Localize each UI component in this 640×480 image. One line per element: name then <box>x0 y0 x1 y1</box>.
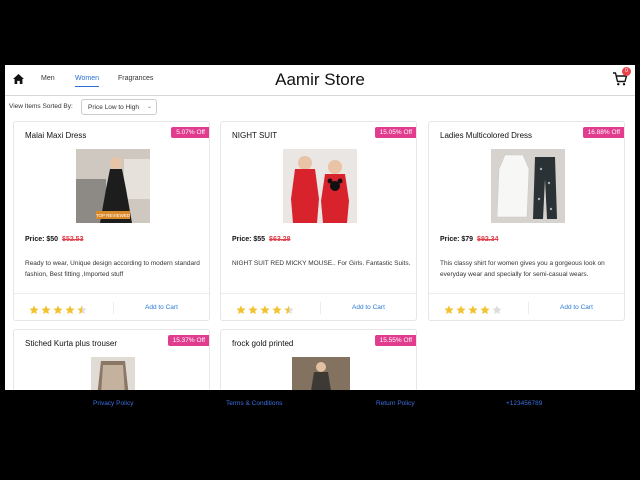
price-old: $52.53 <box>62 236 84 243</box>
star-icon <box>468 305 478 315</box>
add-to-cart-button[interactable]: Add to Cart <box>352 304 385 311</box>
price-current: Price: $50 <box>25 236 59 243</box>
product-title: Stiched Kurta plus trouser <box>25 339 118 348</box>
sort-selected-value: Price Low to High <box>88 104 139 111</box>
price: Price: $55 $63.28 <box>232 236 290 243</box>
card-footer: Add to Cart <box>221 293 416 320</box>
product-description: Ready to wear, Unique design according t… <box>25 260 200 278</box>
star-icon <box>248 305 258 315</box>
product-card: Stiched Kurta plus trouser 15.37% Off <box>13 329 210 390</box>
product-description: This classy shirt for women gives you a … <box>440 260 605 278</box>
star-icon <box>284 305 294 315</box>
product-image[interactable] <box>91 357 135 390</box>
home-icon[interactable] <box>13 74 24 84</box>
product-card: NIGHT SUIT 15.05% Off Price: $55 $63.28 … <box>220 121 417 321</box>
price: Price: $79 $92.34 <box>440 236 498 243</box>
card-footer: Add to Cart <box>14 293 209 320</box>
discount-badge: 15.37% Off <box>167 335 209 346</box>
divider <box>113 302 114 314</box>
product-card: Ladies Multicolored Dress 16.88% Off Pri… <box>428 121 625 321</box>
price-old: $92.34 <box>477 236 499 243</box>
star-icon <box>492 305 502 315</box>
price: Price: $50 $52.53 <box>25 236 83 243</box>
rating-stars <box>29 302 89 320</box>
product-image[interactable] <box>491 149 565 223</box>
card-footer: Add to Cart <box>429 293 624 320</box>
star-icon <box>41 305 51 315</box>
star-icon <box>65 305 75 315</box>
product-image[interactable] <box>292 357 350 390</box>
star-icon <box>53 305 63 315</box>
rating-stars <box>444 302 504 320</box>
discount-badge: 15.05% Off <box>374 127 416 138</box>
footer-link-privacy-policy[interactable]: Privacy Policy <box>93 400 133 407</box>
product-title: Ladies Multicolored Dress <box>440 131 533 140</box>
discount-badge: 15.55% Off <box>374 335 416 346</box>
product-card: Malai Maxi Dress 5.07% Off TOP REVIEWED … <box>13 121 210 321</box>
top-reviewed-label: TOP REVIEWED <box>96 213 131 218</box>
price-current: Price: $55 <box>232 236 266 243</box>
chevron-down-icon: ⌄ <box>146 104 152 110</box>
product-title: NIGHT SUIT <box>232 131 278 140</box>
product-title: frock gold printed <box>232 339 294 348</box>
footer-link-phone[interactable]: +123456789 <box>506 400 542 407</box>
price-old: $63.28 <box>269 236 291 243</box>
nav-link-women[interactable]: Women <box>75 75 99 87</box>
star-icon <box>444 305 454 315</box>
store-brand-title: Aamir Store <box>275 70 365 89</box>
discount-badge: 5.07% Off <box>171 127 209 138</box>
star-icon <box>236 305 246 315</box>
discount-badge: 16.88% Off <box>582 127 624 138</box>
footer-link-return-policy[interactable]: Return Policy <box>376 400 415 407</box>
price-current: Price: $79 <box>440 236 474 243</box>
product-image[interactable] <box>283 149 357 223</box>
star-icon <box>480 305 490 315</box>
sort-select[interactable]: Price Low to High ⌄ <box>81 99 157 115</box>
divider <box>528 302 529 314</box>
navbar: Men Women Fragrances Aamir Store 0 <box>5 65 635 96</box>
star-icon <box>272 305 282 315</box>
product-description: NIGHT SUIT RED MICKY MOUSE.. For Girls. … <box>232 260 411 267</box>
nav-link-men[interactable]: Men <box>41 75 55 82</box>
product-image[interactable]: TOP REVIEWED <box>76 149 150 223</box>
cart-count-badge: 0 <box>622 67 631 76</box>
store-app: Men Women Fragrances Aamir Store 0 View … <box>5 65 635 390</box>
site-footer: Privacy Policy Terms & Conditions Return… <box>0 390 640 480</box>
star-icon <box>456 305 466 315</box>
add-to-cart-button[interactable]: Add to Cart <box>145 304 178 311</box>
product-title: Malai Maxi Dress <box>25 131 87 140</box>
nav-link-fragrances[interactable]: Fragrances <box>118 75 153 82</box>
footer-link-terms-conditions[interactable]: Terms & Conditions <box>226 400 282 407</box>
rating-stars <box>236 302 296 320</box>
star-icon <box>260 305 270 315</box>
add-to-cart-button[interactable]: Add to Cart <box>560 304 593 311</box>
divider <box>320 302 321 314</box>
sort-label: View Items Sorted By: <box>9 103 73 110</box>
star-icon <box>77 305 87 315</box>
product-card: frock gold printed 15.55% Off <box>220 329 417 390</box>
star-icon <box>29 305 39 315</box>
